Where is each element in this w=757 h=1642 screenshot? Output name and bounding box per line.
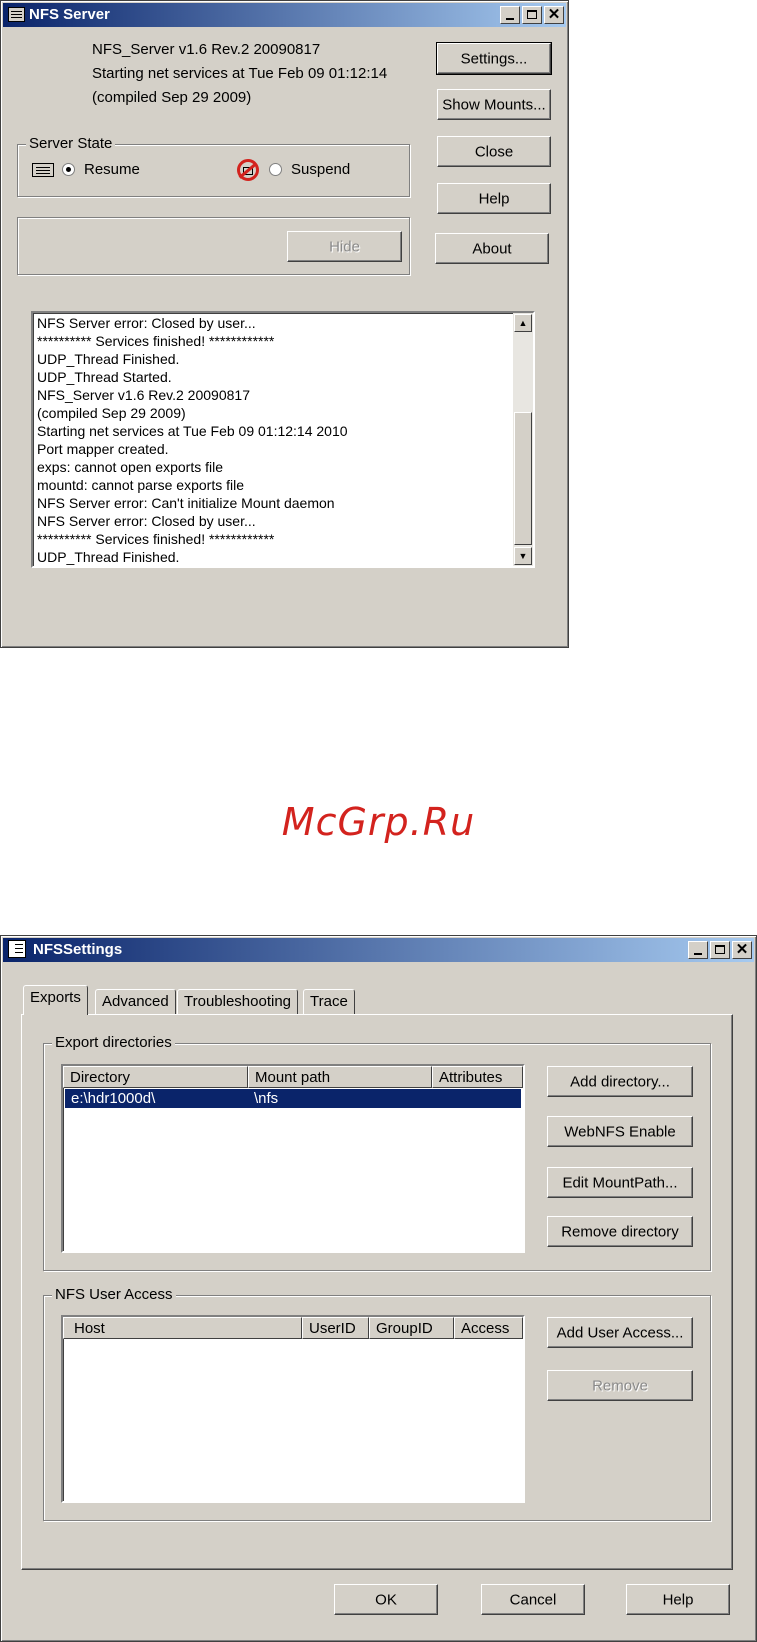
log-line: exps: cannot open exports file xyxy=(37,459,224,475)
column-header-attributes[interactable]: Attributes xyxy=(432,1066,523,1088)
user-access-list[interactable]: Host UserID GroupID Access xyxy=(61,1315,525,1503)
cell-mount-path: \nfs xyxy=(254,1090,279,1107)
nfs-server-window: NFS Server ✕ NFS_Server v1.6 Rev.2 20090… xyxy=(0,0,569,648)
show-mounts-button[interactable]: Show Mounts... xyxy=(437,89,551,120)
tab-exports[interactable]: Exports xyxy=(23,985,88,1015)
server-state-label: Server State xyxy=(26,135,116,152)
maximize-button[interactable] xyxy=(710,941,730,959)
suspend-icon xyxy=(237,159,259,181)
server-state-group: Server State Resume Suspend xyxy=(17,135,410,197)
help-button[interactable]: Help xyxy=(437,183,551,214)
tab-troubleshooting[interactable]: Troubleshooting xyxy=(177,989,299,1015)
nfs-server-titlebar[interactable]: NFS Server ✕ xyxy=(3,3,566,27)
ok-button[interactable]: OK xyxy=(334,1584,438,1615)
column-header-groupid[interactable]: GroupID xyxy=(369,1317,454,1339)
hide-button[interactable]: Hide xyxy=(287,231,402,262)
remove-user-button[interactable]: Remove xyxy=(547,1370,693,1401)
app-icon xyxy=(8,7,25,22)
hide-group: Hide xyxy=(17,217,410,275)
about-button[interactable]: About xyxy=(435,233,549,264)
log-line: UDP_Thread Finished. xyxy=(37,549,180,565)
table-row[interactable]: e:\hdr1000d\ \nfs xyxy=(65,1089,521,1108)
nfs-user-access-group: NFS User Access Host UserID GroupID Acce… xyxy=(43,1286,711,1521)
info-line-1: NFS_Server v1.6 Rev.2 20090817 xyxy=(92,41,321,58)
column-header-mount-path[interactable]: Mount path xyxy=(248,1066,432,1088)
scroll-thumb[interactable] xyxy=(514,412,532,545)
minimize-icon xyxy=(694,953,702,955)
window-title: NFS Server xyxy=(29,6,110,23)
exports-tab-panel: Export directories Directory Mount path … xyxy=(21,1014,733,1570)
log-line: UDP_Thread Started. xyxy=(37,369,172,385)
minimize-button[interactable] xyxy=(688,941,708,959)
maximize-icon xyxy=(715,945,725,954)
tab-trace[interactable]: Trace xyxy=(303,989,355,1015)
edit-mountpath-button[interactable]: Edit MountPath... xyxy=(547,1167,693,1198)
log-line: Starting net services at Tue Feb 09 01:1… xyxy=(37,423,348,439)
log-scrollbar[interactable]: ▲ ▼ xyxy=(513,313,533,566)
export-directories-label: Export directories xyxy=(52,1034,175,1051)
log-listbox[interactable]: NFS Server error: Closed by user... ****… xyxy=(31,311,535,568)
info-line-2: Starting net services at Tue Feb 09 01:1… xyxy=(92,65,388,82)
minimize-icon xyxy=(506,18,514,20)
settings-window-title: NFSSettings xyxy=(33,941,123,958)
nfs-settings-titlebar[interactable]: NFSSettings ✕ xyxy=(3,938,754,962)
close-window-button[interactable]: ✕ xyxy=(544,6,564,24)
close-window-button[interactable]: ✕ xyxy=(732,941,752,959)
log-line: ********** Services finished! **********… xyxy=(37,333,275,349)
settings-help-button[interactable]: Help xyxy=(626,1584,730,1615)
minimize-button[interactable] xyxy=(500,6,520,24)
log-line: UDP_Thread Finished. xyxy=(37,351,180,367)
maximize-icon xyxy=(527,10,537,19)
nfs-user-access-label: NFS User Access xyxy=(52,1286,176,1303)
settings-app-icon xyxy=(8,940,26,958)
log-line: (compiled Sep 29 2009) xyxy=(37,405,186,421)
cancel-button[interactable]: Cancel xyxy=(481,1584,585,1615)
remove-directory-button[interactable]: Remove directory xyxy=(547,1216,693,1247)
column-header-userid[interactable]: UserID xyxy=(302,1317,369,1339)
scroll-up-button[interactable]: ▲ xyxy=(514,314,532,332)
column-header-host[interactable]: Host xyxy=(63,1317,302,1339)
export-directories-group: Export directories Directory Mount path … xyxy=(43,1034,711,1271)
scroll-down-button[interactable]: ▼ xyxy=(514,547,532,565)
log-line: NFS_Server v1.6 Rev.2 20090817 xyxy=(37,387,250,403)
export-directories-list[interactable]: Directory Mount path Attributes e:\hdr10… xyxy=(61,1064,525,1253)
add-directory-button[interactable]: Add directory... xyxy=(547,1066,693,1097)
cell-directory: e:\hdr1000d\ xyxy=(71,1090,156,1107)
close-icon: ✕ xyxy=(735,941,749,958)
column-header-access[interactable]: Access xyxy=(454,1317,523,1339)
column-header-directory[interactable]: Directory xyxy=(63,1066,248,1088)
maximize-button[interactable] xyxy=(522,6,542,24)
nfs-settings-window: NFSSettings ✕ Exports Advanced Troublesh… xyxy=(0,935,757,1642)
log-line: Port mapper created. xyxy=(37,441,169,457)
suspend-radio[interactable] xyxy=(269,163,282,176)
arrow-down-icon: ▼ xyxy=(518,551,528,561)
resume-radio[interactable] xyxy=(62,163,75,176)
webnfs-enable-button[interactable]: WebNFS Enable xyxy=(547,1116,693,1147)
log-line: NFS Server error: Can't initialize Mount… xyxy=(37,495,335,511)
resume-icon xyxy=(32,163,54,177)
resume-label[interactable]: Resume xyxy=(84,161,140,178)
info-line-3: (compiled Sep 29 2009) xyxy=(92,89,252,106)
add-user-access-button[interactable]: Add User Access... xyxy=(547,1317,693,1348)
arrow-up-icon: ▲ xyxy=(518,318,528,328)
log-lines: NFS Server error: Closed by user... ****… xyxy=(33,313,511,566)
settings-button[interactable]: Settings... xyxy=(436,42,552,75)
close-button[interactable]: Close xyxy=(437,136,551,167)
log-line: NFS Server error: Closed by user... xyxy=(37,513,256,529)
tab-advanced[interactable]: Advanced xyxy=(95,989,176,1015)
log-line: NFS Server error: Closed by user... xyxy=(37,315,256,331)
suspend-label[interactable]: Suspend xyxy=(291,161,350,178)
watermark: McGrp.Ru xyxy=(281,800,476,844)
log-line: mountd: cannot parse exports file xyxy=(37,477,245,493)
close-icon: ✕ xyxy=(547,6,561,23)
log-line: ********** Services finished! **********… xyxy=(37,531,275,547)
